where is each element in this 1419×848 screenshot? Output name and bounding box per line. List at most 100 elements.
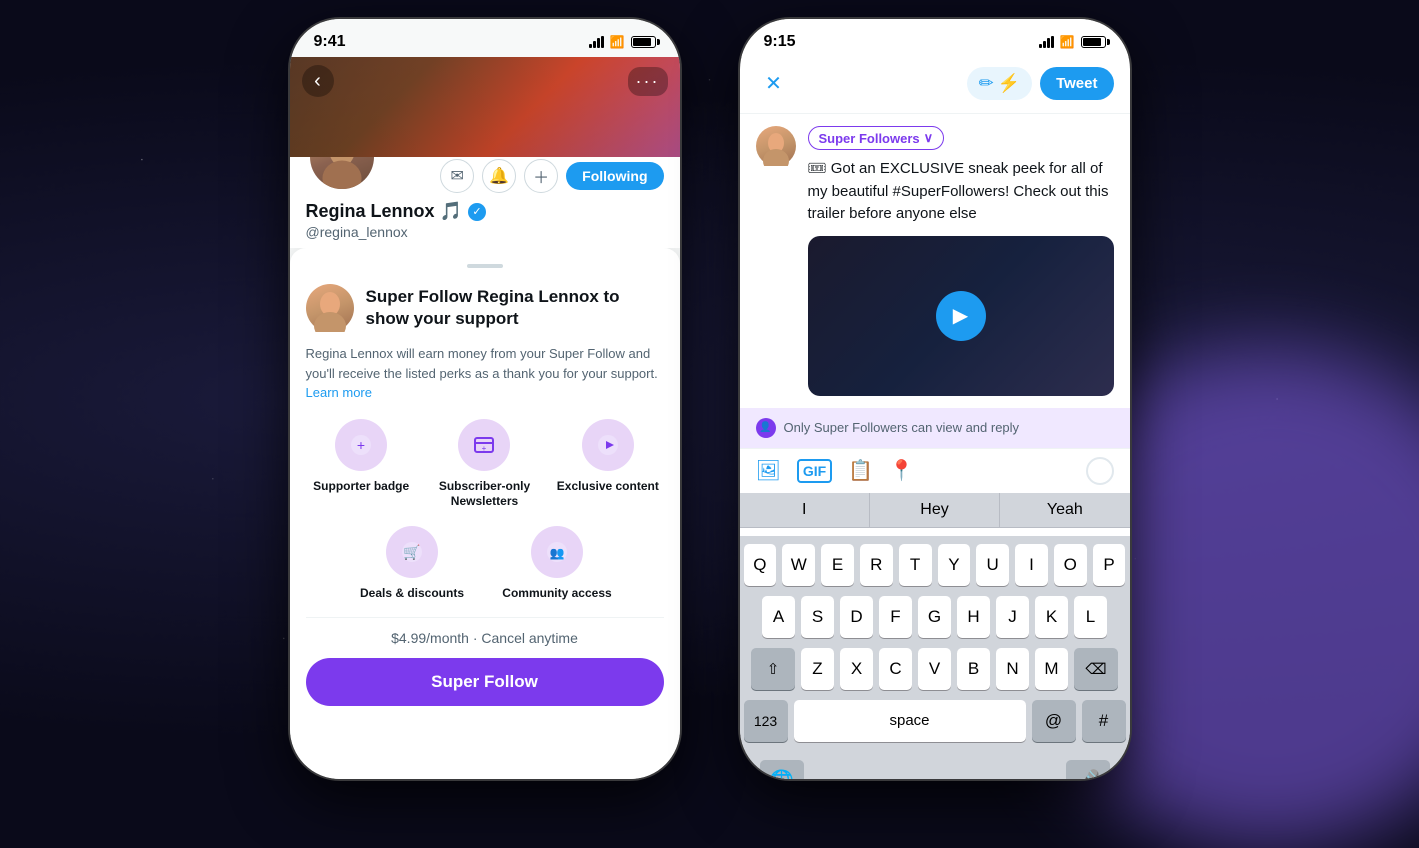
key-n[interactable]: N (996, 648, 1029, 690)
key-q[interactable]: Q (744, 544, 777, 586)
svg-text:👥: 👥 (550, 546, 565, 560)
add-button[interactable]: ＋ (524, 159, 558, 193)
key-j[interactable]: J (996, 596, 1029, 638)
suggestion-yeah[interactable]: Yeah (1000, 493, 1129, 527)
key-y[interactable]: Y (938, 544, 971, 586)
notification-button[interactable]: 🔔 (482, 159, 516, 193)
perk-community: 👥 Community access (491, 526, 624, 602)
key-k[interactable]: K (1035, 596, 1068, 638)
suggestions-row: I Hey Yeah (740, 493, 1130, 528)
learn-more-link[interactable]: Learn more (306, 385, 372, 400)
following-button[interactable]: Following (566, 162, 663, 190)
key-t[interactable]: T (899, 544, 932, 586)
status-time-1: 9:41 (314, 33, 346, 51)
image-icon[interactable]: 🖼 (756, 458, 781, 483)
key-u[interactable]: U (976, 544, 1009, 586)
super-follow-sheet: Super Follow Regina Lennox to show your … (290, 248, 680, 779)
phone-1: 9:41 📶 ‹ ··· (290, 19, 680, 779)
key-z[interactable]: Z (801, 648, 834, 690)
key-a[interactable]: A (762, 596, 795, 638)
svg-text:+: + (482, 444, 487, 453)
keyboard-bottom-bar: 🌐 🎤 (744, 752, 1126, 780)
at-key[interactable]: @ (1032, 700, 1076, 742)
status-bar-2: 9:15 📶 (740, 19, 1130, 57)
draft-icon: ✏ (979, 73, 994, 94)
tweet-text[interactable]: 🎟 Got an EXCLUSIVE sneak peek for all of… (808, 158, 1114, 226)
key-l[interactable]: L (1074, 596, 1107, 638)
profile-handle: @regina_lennox (306, 224, 664, 240)
newsletters-icon: + (458, 419, 510, 471)
exclusive-content-label: Exclusive content (557, 479, 659, 495)
suggestion-hey[interactable]: Hey (870, 493, 1000, 527)
key-c[interactable]: C (879, 648, 912, 690)
back-button[interactable]: ‹ (302, 65, 334, 97)
list-icon[interactable]: 📋 (848, 458, 873, 483)
play-button[interactable]: ▶ (936, 291, 986, 341)
globe-key[interactable]: 🌐 (760, 760, 804, 780)
suggestion-i[interactable]: I (740, 493, 870, 527)
super-follow-button[interactable]: Super Follow (306, 658, 664, 706)
key-e[interactable]: E (821, 544, 854, 586)
deals-icon: 🛒 (386, 526, 438, 578)
key-h[interactable]: H (957, 596, 990, 638)
key-f[interactable]: F (879, 596, 912, 638)
space-key[interactable]: space (794, 700, 1026, 742)
gif-icon[interactable]: GIF (797, 459, 832, 483)
message-button[interactable]: ✉ (440, 159, 474, 193)
price-text: $4.99/month · Cancel anytime (306, 630, 664, 646)
wifi-icon: 📶 (610, 35, 625, 49)
key-row-2: A S D F G H J K L (744, 596, 1126, 638)
key-p[interactable]: P (1093, 544, 1126, 586)
key-w[interactable]: W (782, 544, 815, 586)
tweet-button[interactable]: Tweet (1040, 67, 1113, 100)
hash-key[interactable]: # (1082, 700, 1126, 742)
audience-selector[interactable]: Super Followers ∨ (808, 126, 945, 150)
profile-header: ‹ ··· ✉ 🔔 (290, 57, 680, 248)
wifi-icon-2: 📶 (1060, 35, 1075, 49)
notice-icon: 👤 (756, 418, 776, 438)
perk-newsletters: + Subscriber-only Newsletters (429, 419, 540, 510)
delete-key[interactable]: ⌫ (1074, 648, 1118, 690)
super-followers-notice: 👤 Only Super Followers can view and repl… (740, 408, 1130, 448)
location-icon[interactable]: 📍 (889, 458, 914, 483)
svg-text:🛒: 🛒 (403, 544, 420, 561)
shift-key[interactable]: ⇧ (751, 648, 795, 690)
sheet-header: Super Follow Regina Lennox to show your … (306, 284, 664, 332)
key-m[interactable]: M (1035, 648, 1068, 690)
signal-icon-2 (1039, 36, 1054, 48)
key-b[interactable]: B (957, 648, 990, 690)
tweet-actions-right: ✏ ⚡ Tweet (967, 67, 1114, 100)
mic-key[interactable]: 🎤 (1066, 760, 1110, 780)
sheet-avatar (306, 284, 354, 332)
perks-grid-top: + Supporter badge + Subscriber-only News… (306, 419, 664, 510)
key-o[interactable]: O (1054, 544, 1087, 586)
key-d[interactable]: D (840, 596, 873, 638)
key-i[interactable]: I (1015, 544, 1048, 586)
svg-text:+: + (357, 437, 365, 453)
more-button[interactable]: ··· (628, 67, 668, 96)
key-s[interactable]: S (801, 596, 834, 638)
battery-icon-2 (1081, 36, 1106, 48)
key-g[interactable]: G (918, 596, 951, 638)
tweet-content: Super Followers ∨ 🎟 Got an EXCLUSIVE sne… (808, 126, 1114, 396)
draft-button[interactable]: ✏ ⚡ (967, 67, 1033, 100)
close-button[interactable]: ✕ (756, 65, 792, 101)
signal-icon (589, 36, 604, 48)
video-thumbnail[interactable]: ▶ (808, 236, 1114, 396)
key-r[interactable]: R (860, 544, 893, 586)
verified-badge: ✓ (468, 203, 486, 221)
perks-grid-bottom: 🛒 Deals & discounts 👥 Community access (306, 526, 664, 602)
sheet-description: Regina Lennox will earn money from your … (306, 344, 664, 403)
key-x[interactable]: X (840, 648, 873, 690)
deals-label: Deals & discounts (360, 586, 464, 602)
key-v[interactable]: V (918, 648, 951, 690)
audience-label: Super Followers (819, 131, 920, 146)
profile-nav: ‹ ··· (302, 65, 668, 97)
tweet-header: ✕ ✏ ⚡ Tweet (740, 57, 1130, 114)
numbers-key[interactable]: 123 (744, 700, 788, 742)
profile-name-row: Regina Lennox 🎵 ✓ (306, 201, 664, 222)
key-row-3: ⇧ Z X C V B N M ⌫ (744, 648, 1126, 690)
exclusive-content-icon (582, 419, 634, 471)
key-row-bottom: 123 space @ # (744, 700, 1126, 742)
notice-text: Only Super Followers can view and reply (784, 420, 1020, 435)
